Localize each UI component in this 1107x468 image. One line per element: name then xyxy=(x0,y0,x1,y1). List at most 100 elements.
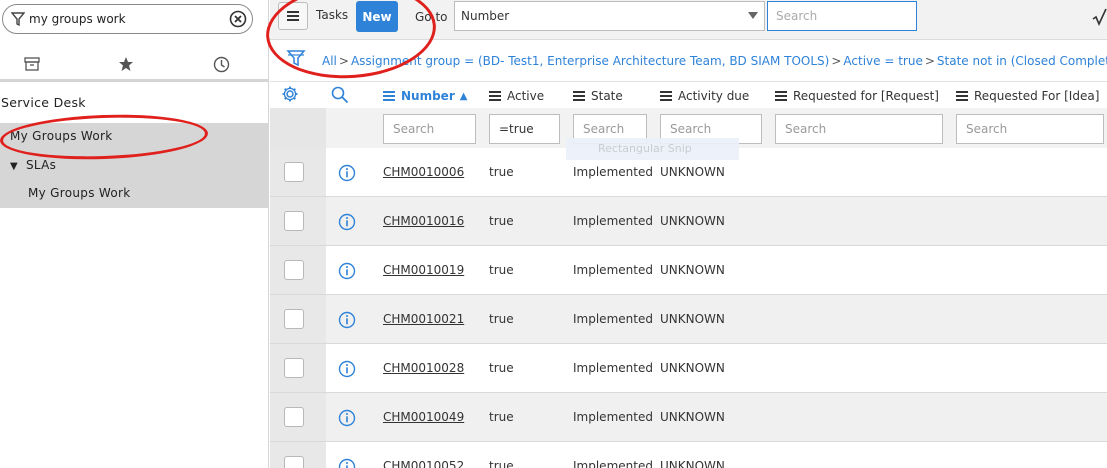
breadcrumb-all[interactable]: All xyxy=(322,54,337,68)
search-requested-for-idea-input[interactable] xyxy=(956,114,1104,144)
search-active-input[interactable] xyxy=(489,114,560,144)
gear-icon[interactable] xyxy=(281,85,299,103)
column-menu-icon[interactable] xyxy=(956,91,968,101)
column-header-label: Activity due xyxy=(678,89,750,103)
breadcrumb-assignment-group[interactable]: Assignment group = (BD- Test1, Enterpris… xyxy=(351,54,829,68)
application-navigator: Service Desk My Groups Work ▼ SLAs My Gro… xyxy=(0,0,269,468)
navigator-tabs xyxy=(0,46,269,82)
cell-activity-due: UNKNOWN xyxy=(660,361,725,375)
record-number-link[interactable]: CHM0010052 xyxy=(383,459,464,468)
column-header-label: State xyxy=(591,89,623,103)
row-checkbox[interactable] xyxy=(284,358,304,378)
cell-active: true xyxy=(489,165,514,179)
search-number-input[interactable] xyxy=(383,114,476,144)
dropdown-caret-icon xyxy=(748,12,758,19)
info-icon[interactable] xyxy=(338,311,356,329)
column-header-label: Number xyxy=(401,89,455,103)
new-button[interactable]: New xyxy=(356,1,398,32)
column-menu-icon[interactable] xyxy=(660,91,672,101)
column-header-activity-due[interactable]: Activity due xyxy=(660,86,749,106)
table-row: CHM0010019 true Implemented UNKNOWN xyxy=(270,246,1107,295)
row-gutter xyxy=(270,246,326,294)
nav-item-service-desk[interactable]: Service Desk xyxy=(0,95,269,117)
cell-active: true xyxy=(489,361,514,375)
column-header-label: Active xyxy=(507,89,545,103)
row-gutter xyxy=(270,344,326,392)
nav-item-my-groups-work[interactable]: My Groups Work xyxy=(0,123,269,151)
caret-down-icon[interactable]: ▼ xyxy=(10,153,18,181)
info-icon[interactable] xyxy=(338,262,356,280)
info-icon[interactable] xyxy=(338,164,356,182)
column-header-requested-for-request[interactable]: Requested for [Request] xyxy=(775,86,939,106)
info-icon[interactable] xyxy=(338,409,356,427)
cell-active: true xyxy=(489,459,514,468)
chart-icon[interactable] xyxy=(1092,8,1107,26)
list-title: Tasks xyxy=(316,8,349,22)
info-icon[interactable] xyxy=(338,213,356,231)
star-icon xyxy=(119,57,133,71)
list-header: Tasks New Go to Number xyxy=(270,0,1107,40)
record-number-link[interactable]: CHM0010021 xyxy=(383,312,464,326)
nav-item-slas-my-groups-work[interactable]: My Groups Work xyxy=(0,179,269,208)
history-tab[interactable] xyxy=(210,53,232,75)
cell-state: Implemented xyxy=(573,312,653,326)
archive-icon xyxy=(24,57,40,71)
navigator-filter[interactable] xyxy=(2,4,253,34)
table-row: CHM0010028 true Implemented UNKNOWN xyxy=(270,344,1107,393)
goto-label: Go to xyxy=(415,10,448,24)
row-checkbox[interactable] xyxy=(284,456,304,468)
clock-icon xyxy=(213,56,229,72)
column-menu-icon[interactable] xyxy=(573,91,585,101)
cell-state: Implemented xyxy=(573,214,653,228)
table-row: CHM0010049 true Implemented UNKNOWN xyxy=(270,393,1107,442)
filter-funnel-icon[interactable] xyxy=(286,47,306,69)
record-number-link[interactable]: CHM0010016 xyxy=(383,214,464,228)
column-header-requested-for-idea[interactable]: Requested For [Idea] xyxy=(956,86,1099,106)
record-number-link[interactable]: CHM0010006 xyxy=(383,165,464,179)
goto-field-value: Number xyxy=(461,9,510,23)
row-checkbox[interactable] xyxy=(284,211,304,231)
column-header-number[interactable]: Number ▲ xyxy=(383,86,467,106)
breadcrumb-separator: > xyxy=(831,54,842,68)
row-checkbox[interactable] xyxy=(284,260,304,280)
search-requested-for-request-input[interactable] xyxy=(775,114,943,144)
nav-item-slas[interactable]: ▼ SLAs xyxy=(0,151,269,179)
column-menu-icon[interactable] xyxy=(775,91,787,101)
record-number-link[interactable]: CHM0010028 xyxy=(383,361,464,375)
cell-activity-due: UNKNOWN xyxy=(660,312,725,326)
column-header-active[interactable]: Active xyxy=(489,86,544,106)
table-row: CHM0010052 true Implemented UNKNOWN xyxy=(270,442,1107,468)
search-icon[interactable] xyxy=(331,86,349,104)
breadcrumb-separator: > xyxy=(924,54,935,68)
info-icon[interactable] xyxy=(338,458,356,468)
row-checkbox[interactable] xyxy=(284,309,304,329)
record-number-link[interactable]: CHM0010019 xyxy=(383,263,464,277)
row-checkbox[interactable] xyxy=(284,162,304,182)
clear-filter-icon[interactable] xyxy=(229,10,247,28)
cell-state: Implemented xyxy=(573,361,653,375)
list-menu-button[interactable] xyxy=(278,2,308,30)
goto-field-select[interactable]: Number xyxy=(454,1,765,31)
all-apps-tab[interactable] xyxy=(21,53,43,75)
cell-activity-due: UNKNOWN xyxy=(660,214,725,228)
cell-active: true xyxy=(489,312,514,326)
breadcrumb-active[interactable]: Active = true xyxy=(843,54,922,68)
filter-icon xyxy=(11,12,25,27)
column-menu-icon[interactable] xyxy=(489,91,501,101)
cell-active: true xyxy=(489,263,514,277)
info-icon[interactable] xyxy=(338,360,356,378)
list-search-input[interactable] xyxy=(767,1,917,31)
record-number-link[interactable]: CHM0010049 xyxy=(383,410,464,424)
column-header-state[interactable]: State xyxy=(573,86,623,106)
cell-activity-due: UNKNOWN xyxy=(660,165,725,179)
breadcrumb-state[interactable]: State not in (Closed Complete, Closed In… xyxy=(937,54,1107,68)
column-menu-icon[interactable] xyxy=(383,91,395,101)
filter-breadcrumb: All > Assignment group = (BD- Test1, Enter… xyxy=(270,41,1107,82)
table-row: CHM0010021 true Implemented UNKNOWN xyxy=(270,295,1107,344)
row-checkbox[interactable] xyxy=(284,407,304,427)
favorites-tab[interactable] xyxy=(115,53,137,75)
navigator-filter-input[interactable] xyxy=(29,9,225,29)
cell-state: Implemented xyxy=(573,263,653,277)
search-row-gutter xyxy=(270,108,326,148)
breadcrumb-separator: > xyxy=(338,54,349,68)
